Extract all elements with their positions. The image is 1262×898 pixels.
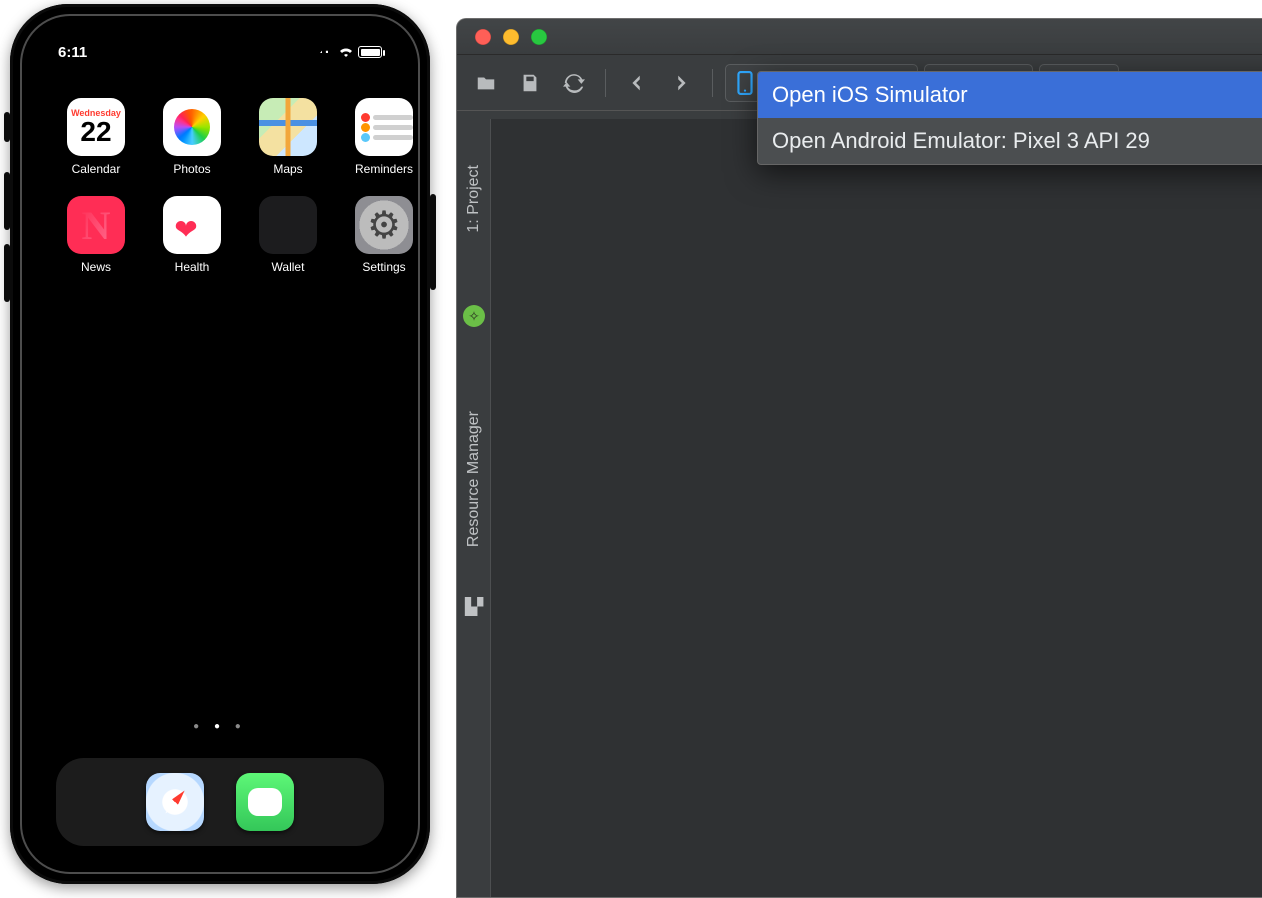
home-screen-grid: Wednesday 22 Calendar Photos Maps [60, 98, 380, 274]
open-button[interactable] [467, 64, 505, 102]
app-health[interactable]: Health [156, 196, 228, 274]
dropdown-item-open-ios-sim[interactable]: Open iOS Simulator [758, 72, 1262, 118]
app-label: News [81, 260, 111, 274]
dropdown-item-open-android-emu[interactable]: Open Android Emulator: Pixel 3 API 29 [758, 118, 1262, 164]
toolbar-separator [605, 69, 606, 97]
phone-screen[interactable]: 6:11 Wednesday 22 Calendar [34, 28, 406, 860]
nav-back-button[interactable] [618, 64, 656, 102]
volume-down-button[interactable] [4, 244, 10, 302]
news-icon: N [67, 196, 125, 254]
silence-switch[interactable] [4, 112, 10, 142]
ide-window[interactable]: <no devices> ▼ real ▼ Pix / 〉 Users 〉 cj… [456, 18, 1262, 898]
photos-icon [163, 98, 221, 156]
app-label: Settings [362, 260, 405, 274]
window-zoom-button[interactable] [531, 29, 547, 45]
ios-simulator-window[interactable]: 6:11 Wednesday 22 Calendar [10, 4, 430, 884]
left-tool-stripe: 1: Project ✧ Resource Manager ▙▘ [457, 119, 491, 897]
app-calendar[interactable]: Wednesday 22 Calendar [60, 98, 132, 176]
window-minimize-button[interactable] [503, 29, 519, 45]
app-wallet[interactable]: Wallet [252, 196, 324, 274]
calendar-icon: Wednesday 22 [67, 98, 125, 156]
device-dropdown-menu[interactable]: Open iOS Simulator Open Android Emulator… [757, 71, 1262, 165]
android-icon[interactable]: ✧ [463, 305, 485, 327]
settings-icon [355, 196, 413, 254]
window-titlebar[interactable] [457, 19, 1262, 55]
app-label: Health [175, 260, 210, 274]
app-photos[interactable]: Photos [156, 98, 228, 176]
app-label: Wallet [272, 260, 305, 274]
volume-up-button[interactable] [4, 172, 10, 230]
calendar-day: 22 [80, 118, 111, 146]
app-maps[interactable]: Maps [252, 98, 324, 176]
page-indicator[interactable]: ● ● ● [34, 721, 406, 732]
app-label: Calendar [72, 162, 121, 176]
app-safari[interactable] [146, 773, 204, 831]
phone-bezel: 6:11 Wednesday 22 Calendar [20, 14, 420, 874]
nav-forward-button[interactable] [662, 64, 700, 102]
toolbar-separator [712, 69, 713, 97]
dock [56, 758, 384, 846]
status-time: 6:11 [58, 44, 87, 61]
editor-area[interactable] [491, 119, 1262, 897]
project-tool-label: 1: Project [465, 165, 483, 233]
health-icon [163, 196, 221, 254]
app-label: Reminders [355, 162, 413, 176]
window-close-button[interactable] [475, 29, 491, 45]
maps-icon [259, 98, 317, 156]
resource-manager-tool-tab[interactable]: Resource Manager [457, 369, 491, 589]
battery-icon [358, 46, 382, 58]
notch [115, 26, 325, 60]
power-button[interactable] [430, 194, 436, 290]
app-label: Photos [173, 162, 210, 176]
project-tool-tab[interactable]: 1: Project [457, 119, 491, 279]
resource-manager-label: Resource Manager [465, 411, 483, 547]
app-news[interactable]: N News [60, 196, 132, 274]
wallet-icon [259, 196, 317, 254]
reminders-icon [355, 98, 413, 156]
app-label: Maps [273, 162, 302, 176]
resource-manager-icon: ▙▘ [465, 597, 490, 617]
save-button[interactable] [511, 64, 549, 102]
sync-button[interactable] [555, 64, 593, 102]
phone-frame: 6:11 Wednesday 22 Calendar [10, 4, 430, 884]
app-settings[interactable]: Settings [348, 196, 420, 274]
app-messages[interactable] [236, 773, 294, 831]
app-reminders[interactable]: Reminders [348, 98, 420, 176]
